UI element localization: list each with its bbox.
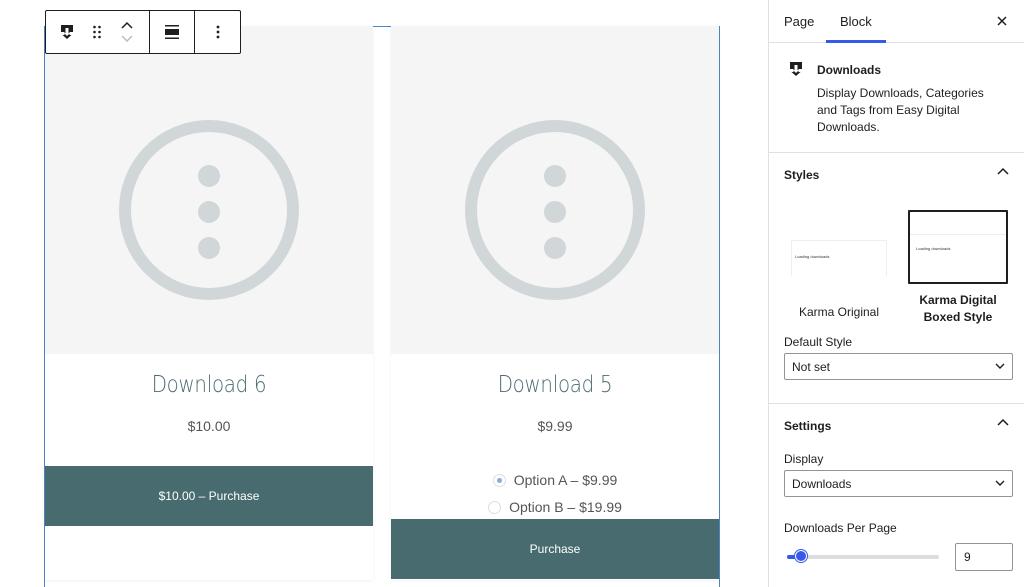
close-sidebar-button[interactable]: [992, 11, 1012, 31]
tab-page[interactable]: Page: [784, 0, 814, 43]
download-title[interactable]: Download 6: [68, 372, 350, 398]
chevron-up-icon: [997, 167, 1009, 175]
align-wide-icon: [165, 25, 180, 39]
editor-canvas: Download 6 $10.00 $10.00 – Purchase Down…: [0, 0, 768, 587]
block-card: Downloads Display Downloads, Categories …: [769, 44, 1024, 153]
block-type-button[interactable]: [52, 11, 82, 53]
default-style-value: Not set: [792, 359, 831, 374]
chevron-down-icon: [995, 363, 1005, 369]
style-option-karma-boxed[interactable]: Loading downloads Karma Digital Boxed St…: [908, 210, 1008, 326]
drag-handle-icon: [93, 25, 101, 39]
price-option-label: Option B – $19.99: [509, 499, 622, 515]
per-page-slider[interactable]: [787, 550, 939, 562]
toolbar-group-block: [46, 11, 151, 53]
style-preview: Loading downloads: [908, 210, 1008, 284]
style-preview-text: Loading downloads: [916, 246, 951, 251]
price-option-radio[interactable]: Option B – $19.99: [391, 499, 719, 515]
download-image-placeholder: [391, 26, 719, 354]
settings-heading: Settings: [784, 418, 832, 433]
style-preview: Loading downloads: [789, 210, 889, 283]
styles-panel-toggle[interactable]: Styles: [769, 153, 1024, 197]
close-icon: [997, 16, 1007, 26]
placeholder-more-icon: [465, 120, 645, 300]
price-option-label: Option A – $9.99: [513, 472, 618, 488]
download-price: $9.99: [537, 418, 573, 434]
price-option-radio[interactable]: Option A – $9.99: [391, 472, 719, 488]
per-page-input[interactable]: 9: [955, 543, 1013, 571]
download-price: $10.00: [187, 418, 231, 434]
more-options-button[interactable]: [203, 11, 233, 53]
drag-handle[interactable]: [82, 11, 112, 53]
block-toolbar: [45, 10, 241, 54]
more-vertical-icon: [216, 25, 220, 39]
chevron-up-icon: [997, 418, 1009, 426]
chevron-down-icon[interactable]: [121, 35, 133, 43]
sidebar-tabs: Page Block: [769, 0, 1024, 43]
chevron-up-icon[interactable]: [121, 21, 133, 29]
toolbar-group-options: [195, 11, 240, 53]
download-card[interactable]: Download 5 $9.99 Option A – $9.99 Option…: [391, 26, 719, 580]
style-option-label: Karma Digital Boxed Style: [919, 293, 997, 324]
tab-block[interactable]: Block: [826, 0, 886, 43]
download-title[interactable]: Download 5: [414, 372, 696, 398]
move-buttons: [112, 11, 142, 53]
purchase-button[interactable]: Purchase: [391, 519, 719, 579]
display-value: Downloads: [792, 476, 852, 491]
purchase-button[interactable]: $10.00 – Purchase: [45, 466, 373, 526]
placeholder-more-icon: [119, 120, 299, 300]
toolbar-group-align: [150, 11, 196, 53]
radio-unchecked-icon[interactable]: [488, 500, 502, 514]
per-page-label: Downloads Per Page: [784, 521, 897, 535]
chevron-down-icon: [995, 480, 1005, 486]
style-option-label: Karma Original: [798, 305, 880, 319]
style-preview-text: Loading downloads: [795, 254, 830, 259]
block-name: Downloads: [817, 63, 882, 77]
download-image-placeholder: [45, 26, 373, 354]
display-select[interactable]: Downloads: [784, 470, 1013, 497]
settings-panel-toggle[interactable]: Settings: [769, 403, 1024, 447]
default-style-label: Default Style: [784, 335, 853, 349]
block-description: Display Downloads, Categories and Tags f…: [817, 86, 984, 134]
radio-checked-icon[interactable]: [492, 473, 506, 487]
default-style-select[interactable]: Not set: [784, 353, 1013, 380]
download-icon: [790, 62, 802, 76]
settings-sidebar: Page Block Downloads Display Downloads, …: [768, 0, 1024, 587]
styles-heading: Styles: [784, 168, 820, 182]
align-button[interactable]: [157, 11, 187, 53]
style-preview-divider: [910, 234, 1006, 235]
style-option-karma-original[interactable]: Loading downloads Karma Original: [789, 210, 889, 319]
download-icon: [61, 25, 73, 39]
display-label: Display: [784, 452, 824, 466]
slider-thumb[interactable]: [795, 550, 807, 562]
download-card[interactable]: Download 6 $10.00 $10.00 – Purchase: [45, 26, 373, 580]
